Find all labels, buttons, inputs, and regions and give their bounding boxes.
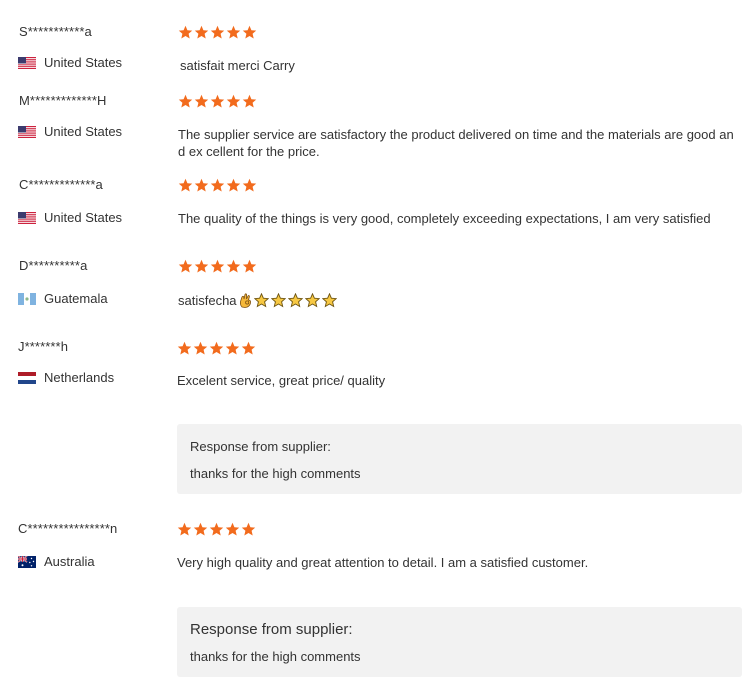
supplier-response: Response from supplier: thanks for the h… [177, 607, 742, 677]
reviewer-country: Netherlands [18, 370, 114, 386]
rating-star-icon [209, 341, 224, 355]
review-text: satisfait merci Carry [180, 58, 295, 73]
rating-stars [177, 522, 256, 537]
supplier-response: Response from supplier: thanks for the h… [177, 424, 742, 494]
rating-star-icon [194, 94, 209, 108]
country-label: United States [44, 124, 123, 139]
rating-star-icon [194, 25, 209, 39]
review-text: Very high quality and great attention to… [177, 555, 589, 570]
star-icon [253, 293, 269, 308]
guatemala-flag-icon [18, 293, 36, 305]
star-icon [270, 293, 286, 308]
ok-hand-icon [239, 293, 252, 308]
us-flag-icon [18, 57, 36, 69]
reviewer-country: Australia [18, 554, 95, 570]
review-text: satisfecha [178, 292, 740, 309]
country-label: United States [44, 210, 123, 225]
rating-star-icon [210, 94, 225, 108]
rating-star-icon [225, 522, 240, 536]
reviewer-name: J*******h [18, 339, 69, 354]
reviewer-country: United States [18, 55, 122, 71]
rating-star-icon [177, 341, 192, 355]
rating-stars [177, 341, 256, 356]
rating-star-icon [178, 178, 193, 192]
rating-star-icon [178, 259, 193, 273]
rating-star-icon [178, 25, 193, 39]
rating-star-icon [177, 522, 192, 536]
us-flag-icon [18, 212, 36, 224]
response-title: Response from supplier: [190, 439, 331, 454]
rating-star-icon [210, 259, 225, 273]
reviewer-country: United States [18, 124, 122, 140]
reviewer-name: D**********a [19, 258, 88, 273]
us-flag-icon [18, 126, 36, 138]
rating-stars [178, 178, 257, 193]
rating-star-icon [226, 259, 241, 273]
rating-star-icon [193, 522, 208, 536]
country-label: Australia [44, 554, 95, 569]
star-icon [304, 293, 320, 308]
response-title: Response from supplier: [190, 621, 353, 638]
star-icon [321, 293, 337, 308]
country-label: United States [44, 55, 123, 70]
rating-star-icon [226, 178, 241, 192]
rating-star-icon [193, 341, 208, 355]
rating-star-icon [242, 94, 257, 108]
country-label: Netherlands [44, 370, 115, 385]
rating-star-icon [194, 259, 209, 273]
rating-star-icon [241, 522, 256, 536]
review-text: The quality of the things is very good, … [178, 211, 711, 226]
star-icon [287, 293, 303, 308]
rating-star-icon [194, 178, 209, 192]
reviewer-name: C*************a [19, 177, 103, 192]
rating-star-icon [209, 522, 224, 536]
review-text: Excelent service, great price/ quality [177, 373, 386, 388]
reviewer-name: C****************n [18, 521, 118, 536]
netherlands-flag-icon [18, 372, 36, 384]
australia-flag-icon [18, 556, 36, 568]
rating-star-icon [210, 25, 225, 39]
rating-star-icon [242, 25, 257, 39]
rating-star-icon [242, 178, 257, 192]
rating-star-icon [241, 341, 256, 355]
reviewer-name: M*************H [19, 93, 107, 108]
rating-star-icon [242, 259, 257, 273]
rating-stars [178, 94, 257, 109]
review-text-body: satisfecha [178, 293, 237, 308]
country-label: Guatemala [44, 291, 108, 306]
rating-star-icon [225, 341, 240, 355]
reviewer-country: United States [18, 210, 122, 226]
response-text: thanks for the high comments [190, 466, 361, 481]
review-text: The supplier service are satisfactory th… [178, 127, 734, 159]
response-text: thanks for the high comments [190, 649, 361, 664]
reviewer-country: Guatemala [18, 291, 108, 307]
rating-star-icon [178, 94, 193, 108]
rating-stars [178, 259, 257, 274]
rating-star-icon [210, 178, 225, 192]
rating-stars [178, 25, 257, 40]
rating-star-icon [226, 94, 241, 108]
rating-star-icon [226, 25, 241, 39]
reviewer-name: S***********a [19, 24, 92, 39]
